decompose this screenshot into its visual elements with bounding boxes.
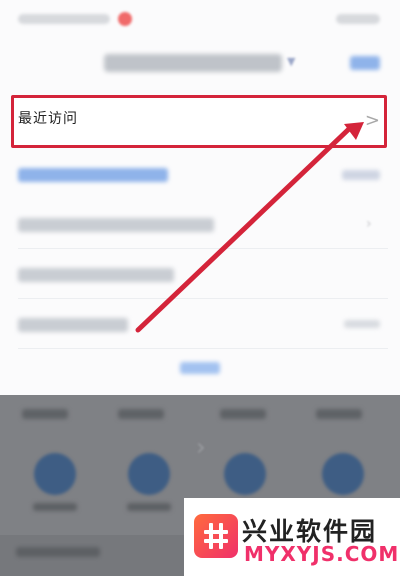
blurred-section-title[interactable] — [18, 168, 168, 182]
chevron-right-icon: › — [196, 433, 206, 461]
blurred-nav-action[interactable] — [350, 56, 380, 70]
divider — [18, 348, 388, 349]
app-icon[interactable] — [224, 453, 266, 495]
list-item[interactable] — [0, 300, 400, 350]
watermark-brand-en: MYXYJS.COM — [244, 542, 400, 566]
highlight-box — [11, 95, 387, 148]
notification-dot — [118, 12, 132, 26]
site-logo-icon — [194, 514, 238, 558]
navigation-bar: ▼ — [0, 36, 400, 92]
divider — [18, 248, 388, 249]
list-item[interactable]: › — [0, 200, 400, 250]
blurred-more-link[interactable] — [180, 362, 220, 374]
app-icon[interactable] — [128, 453, 170, 495]
status-bar — [0, 0, 400, 36]
divider — [18, 298, 388, 299]
chevron-down-icon[interactable]: ▼ — [287, 55, 295, 68]
chevron-right-icon: › — [366, 216, 372, 232]
blurred-page-title — [104, 54, 282, 72]
app-background: ▼ 最近访问 > › — [0, 0, 400, 395]
list-item[interactable] — [0, 250, 400, 300]
blurred-section-action[interactable] — [342, 170, 380, 180]
app-icon[interactable] — [322, 453, 364, 495]
app-icon[interactable] — [34, 453, 76, 495]
watermark: 兴业软件园 MYXYJS.COM — [184, 498, 400, 576]
